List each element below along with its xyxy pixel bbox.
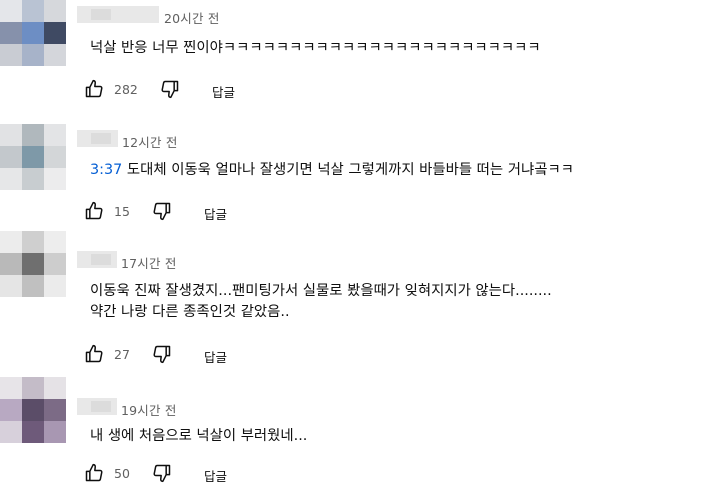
- like-count: 15: [114, 204, 130, 219]
- comment-timestamp[interactable]: 19시간 전: [121, 400, 177, 419]
- comment-text-line: 도대체 이동욱 얼마나 잘생기면 넉살 그렇게까지 바들바들 떠는 거냐곸ㅋㅋ: [122, 162, 574, 178]
- like-count: 50: [114, 466, 130, 481]
- avatar[interactable]: [0, 231, 66, 297]
- avatar[interactable]: [0, 0, 66, 66]
- comment-text: 내 생에 처음으로 넉살이 부러웠네...: [90, 426, 307, 447]
- comment-actions: 50 답글: [84, 463, 284, 487]
- reply-button[interactable]: 답글: [204, 466, 227, 485]
- reply-button[interactable]: 답글: [204, 347, 227, 366]
- comment-text-line: 내 생에 처음으로 넉살이 부러웠네...: [90, 428, 308, 444]
- comment-timestamp[interactable]: 20시간 전: [164, 8, 220, 27]
- comment-text: 3:37 도대체 이동욱 얼마나 잘생기면 넉살 그렇게까지 바들바들 떠는 거…: [90, 160, 574, 181]
- timestamp-link[interactable]: 3:37: [90, 162, 122, 178]
- comment-text-line: 이동욱 진짜 잘생겼지...팬미팅가서 실물로 봤을때가 잊혀지지가 않는다..…: [90, 283, 552, 299]
- thumbs-down-icon[interactable]: [160, 79, 180, 99]
- comment-actions: 15 답글: [84, 201, 284, 225]
- author-name[interactable]: [77, 130, 118, 147]
- avatar[interactable]: [0, 124, 66, 190]
- thumbs-up-icon[interactable]: [84, 463, 104, 483]
- comment-timestamp[interactable]: 12시간 전: [122, 132, 178, 151]
- thumbs-down-icon[interactable]: [152, 344, 172, 364]
- author-name[interactable]: [77, 251, 117, 268]
- thumbs-up-icon[interactable]: [84, 79, 104, 99]
- comment-text: 넉살 반응 너무 찐이야ㅋㅋㅋㅋㅋㅋㅋㅋㅋㅋㅋㅋㅋㅋㅋㅋㅋㅋㅋㅋㅋㅋㅋㅋ: [90, 38, 541, 59]
- reply-button[interactable]: 답글: [212, 82, 235, 101]
- comment-text-line: 넉살 반응 너무 찐이야ㅋㅋㅋㅋㅋㅋㅋㅋㅋㅋㅋㅋㅋㅋㅋㅋㅋㅋㅋㅋㅋㅋㅋㅋ: [90, 40, 541, 56]
- like-count: 27: [114, 347, 130, 362]
- comment-actions: 282 답글: [84, 79, 284, 103]
- reply-button[interactable]: 답글: [204, 204, 227, 223]
- thumbs-up-icon[interactable]: [84, 201, 104, 221]
- comment-timestamp[interactable]: 17시간 전: [121, 253, 177, 272]
- avatar[interactable]: [0, 377, 66, 443]
- thumbs-down-icon[interactable]: [152, 463, 172, 483]
- thumbs-down-icon[interactable]: [152, 201, 172, 221]
- comment-actions: 27 답글: [84, 344, 284, 368]
- author-name[interactable]: [77, 398, 117, 415]
- like-count: 282: [114, 82, 138, 97]
- thumbs-up-icon[interactable]: [84, 344, 104, 364]
- comment-text-line: 약간 나랑 다른 종족인것 같았음..: [90, 304, 290, 320]
- author-name[interactable]: [77, 6, 159, 23]
- comment-text: 이동욱 진짜 잘생겼지...팬미팅가서 실물로 봤을때가 잊혀지지가 않는다..…: [90, 281, 552, 323]
